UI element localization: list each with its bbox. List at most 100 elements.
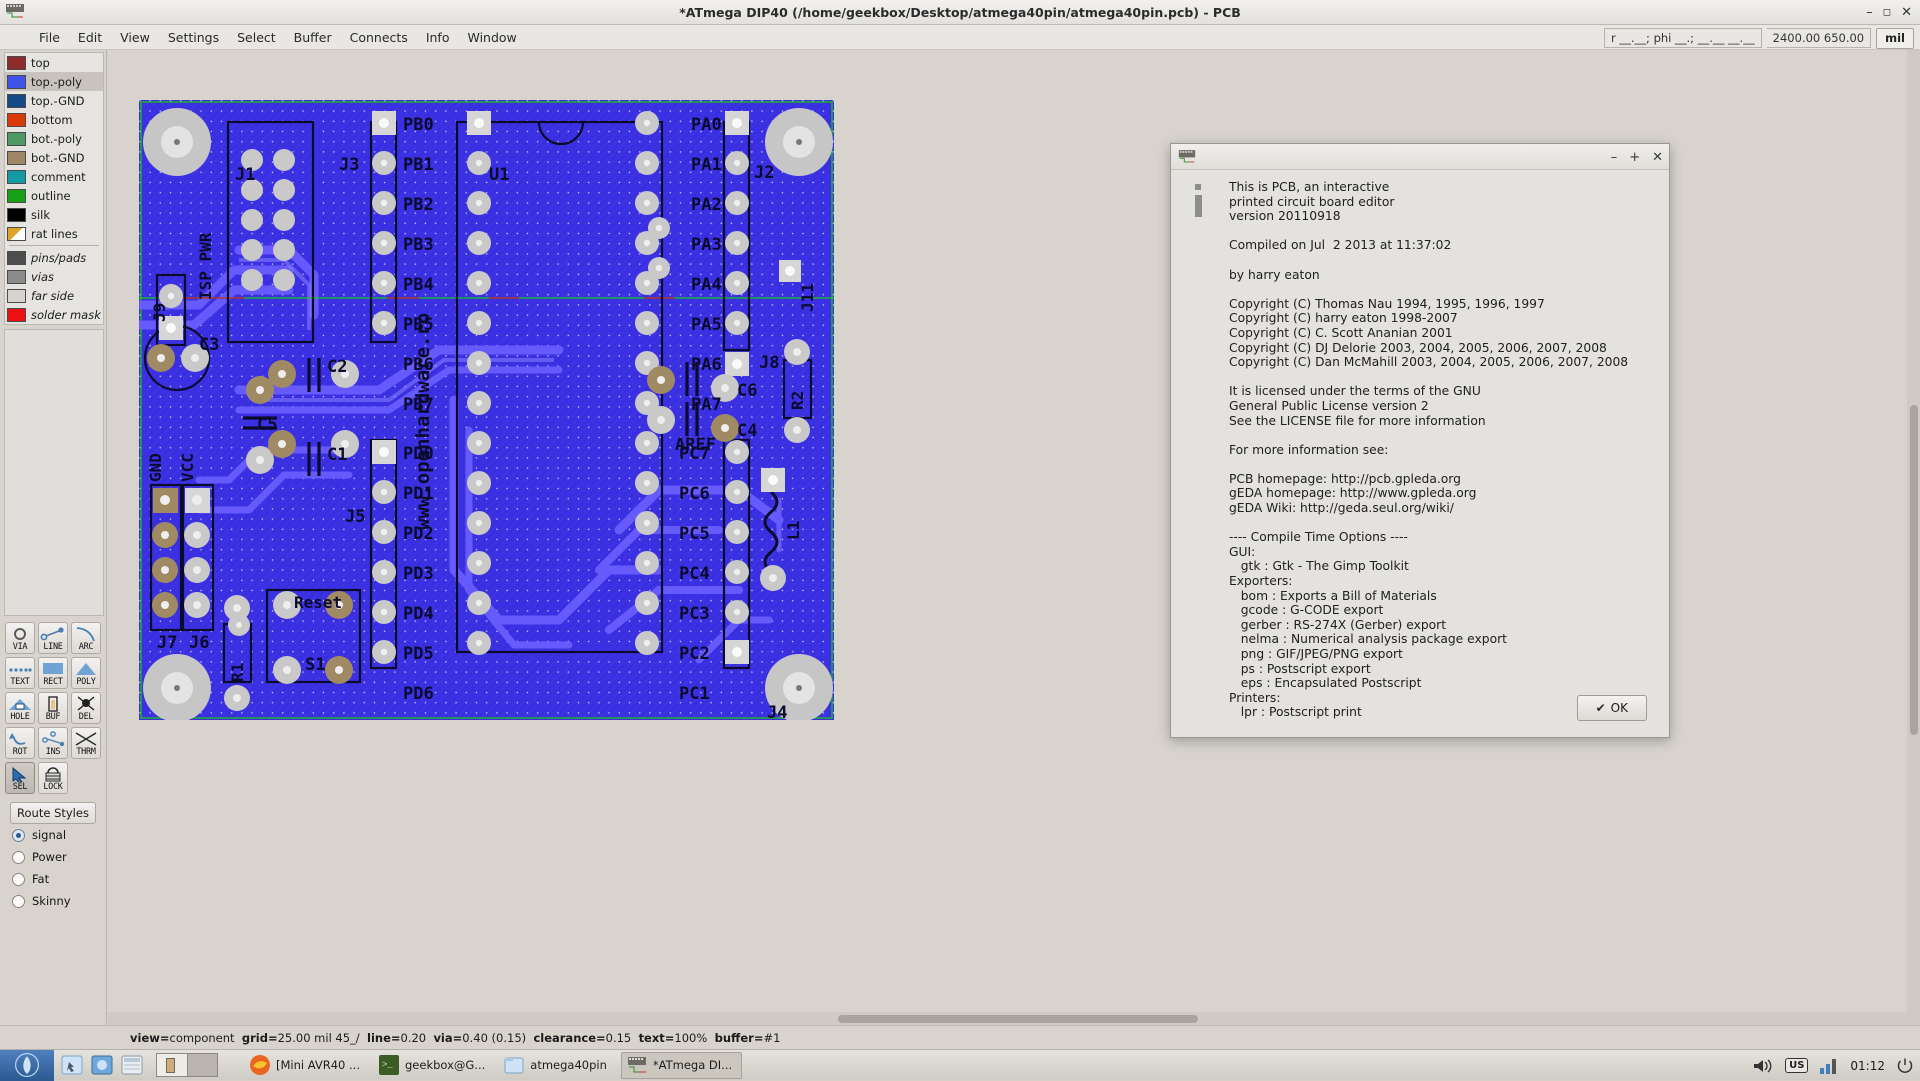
taskbar-item-2[interactable]: atmega40pin [499,1052,616,1079]
tool-arc-button[interactable]: ARC [71,622,101,654]
tool-via-button[interactable]: VIA [5,622,35,654]
menu-item-file[interactable]: File [30,27,69,48]
menu-item-view[interactable]: View [111,27,159,48]
start-button[interactable] [0,1049,54,1081]
dialog-maximize-icon[interactable]: + [1629,150,1640,165]
layer-color-swatch[interactable] [7,188,26,203]
menu-item-buffer[interactable]: Buffer [285,27,341,48]
workspace-1[interactable] [157,1054,188,1076]
route-style-skinny[interactable]: Skinny [5,890,101,912]
dialog-close-icon[interactable]: ✕ [1652,150,1663,165]
taskbar-item-0[interactable]: [Mini AVR40 ... [245,1052,369,1079]
canvas-horizontal-scrollbar[interactable] [108,1012,1920,1025]
layer-color-swatch[interactable] [7,131,26,146]
pcb-board-area[interactable]: J1 J3 U1 J2 C3 C2 C5 C1 J5 Reset S1 J7 J… [139,100,834,720]
taskbar-item-1[interactable]: >_ geekbox@G... [374,1052,494,1079]
silk-pin-PA5: PA5 [691,315,722,335]
layer-color-swatch[interactable] [7,288,26,303]
minimize-icon[interactable]: – [1866,6,1873,19]
keyboard-layout-indicator[interactable]: US [1785,1058,1809,1073]
layer-color-swatch[interactable] [7,150,26,165]
silk-pin-PB7: PB7 [403,395,434,415]
silk-pin-PC2: PC2 [679,644,710,664]
layer-color-swatch[interactable] [7,250,26,265]
layer-item-bot-poly[interactable]: bot.-poly [5,129,103,148]
clock[interactable]: 01:12 [1850,1059,1885,1073]
layer-item-top[interactable]: top [5,53,103,72]
close-icon[interactable]: ✕ [1901,6,1912,19]
unit-toggle-button[interactable]: mil [1876,27,1914,49]
tool-buf-button[interactable]: BUF [38,692,68,724]
layer-color-swatch[interactable] [7,307,26,322]
network-icon[interactable] [1819,1057,1839,1075]
tool-sel-button[interactable]: SEL [5,762,35,794]
tool-thrm-button[interactable]: THRM [71,727,101,759]
menu-item-info[interactable]: Info [417,27,459,48]
radio-indicator[interactable] [12,850,25,864]
layer-item-far-side[interactable]: far side [5,286,103,305]
tool-rect-button[interactable]: RECT [38,657,68,689]
layer-color-swatch[interactable] [7,269,26,284]
taskbar-item-label: [Mini AVR40 ... [276,1058,360,1072]
route-styles-options: signal Power Fat Skinny [5,824,101,912]
menu-item-connects[interactable]: Connects [341,27,417,48]
layer-color-swatch[interactable] [7,226,26,241]
radio-indicator[interactable] [12,894,25,908]
file-manager-icon[interactable] [60,1053,86,1077]
radio-indicator[interactable] [12,872,25,886]
canvas-vscroll-thumb[interactable] [1910,405,1918,735]
layer-item-solder-mask[interactable]: solder mask [5,305,103,324]
tool-del-button[interactable]: DEL [71,692,101,724]
route-style-fat[interactable]: Fat [5,868,101,890]
tool-label: DEL [78,712,94,722]
route-style-power[interactable]: Power [5,846,101,868]
menu-item-edit[interactable]: Edit [69,27,111,48]
power-icon[interactable] [1896,1057,1914,1075]
layer-item-pins-pads[interactable]: pins/pads [5,248,103,267]
volume-icon[interactable] [1752,1057,1774,1075]
layer-item-vias[interactable]: vias [5,267,103,286]
layer-item-top-gnd[interactable]: top.-GND [5,91,103,110]
layer-color-swatch[interactable] [7,93,26,108]
workspace-pager[interactable] [156,1053,218,1077]
tool-hole-button[interactable]: HOLE [5,692,35,724]
menu-item-select[interactable]: Select [228,27,285,48]
tool-lock-button[interactable]: LOCK [38,762,68,794]
layer-item-top-poly[interactable]: top.-poly [5,72,103,91]
tool-ins-button[interactable]: INS [38,727,68,759]
layer-item-silk[interactable]: silk [5,205,103,224]
route-styles-button[interactable]: Route Styles [10,802,96,824]
layer-label: comment [31,169,86,184]
taskbar-item-3[interactable]: *ATmega DI... [620,1051,743,1079]
layer-item-bot-gnd[interactable]: bot.-GND [5,148,103,167]
layer-color-swatch[interactable] [7,55,26,70]
window-list-icon[interactable] [120,1053,146,1077]
layer-color-swatch[interactable] [7,169,26,184]
screenshot-icon[interactable] [90,1053,116,1077]
layer-color-swatch[interactable] [7,207,26,222]
tool-line-button[interactable]: LINE [38,622,68,654]
about-dialog[interactable]: – + ✕ This is PCB, an interactive printe… [1170,143,1670,738]
status-key: view= [130,1030,170,1045]
menu-item-settings[interactable]: Settings [159,27,228,48]
workspace-2[interactable] [188,1054,218,1076]
canvas-hscroll-thumb[interactable] [838,1015,1198,1023]
dialog-minimize-icon[interactable]: – [1611,150,1618,165]
layer-color-swatch[interactable] [7,74,26,89]
ok-button[interactable]: ✔ OK [1576,695,1647,721]
layer-color-swatch[interactable] [7,112,26,127]
route-style-signal[interactable]: signal [5,824,101,846]
tool-poly-button[interactable]: POLY [71,657,101,689]
terminal-icon: >_ [379,1055,399,1075]
layer-item-comment[interactable]: comment [5,167,103,186]
layer-item-rat-lines[interactable]: rat lines [5,224,103,243]
layer-item-bottom[interactable]: bottom [5,110,103,129]
layer-item-outline[interactable]: outline [5,186,103,205]
canvas-vertical-scrollbar[interactable] [1907,50,1920,1012]
maximize-icon[interactable]: ◻ [1883,7,1891,18]
silk-pin-PB0: PB0 [403,115,434,135]
radio-indicator[interactable] [12,828,25,842]
menu-item-window[interactable]: Window [458,27,525,48]
tool-rot-button[interactable]: ROT [5,727,35,759]
tool-text-button[interactable]: TEXT [5,657,35,689]
